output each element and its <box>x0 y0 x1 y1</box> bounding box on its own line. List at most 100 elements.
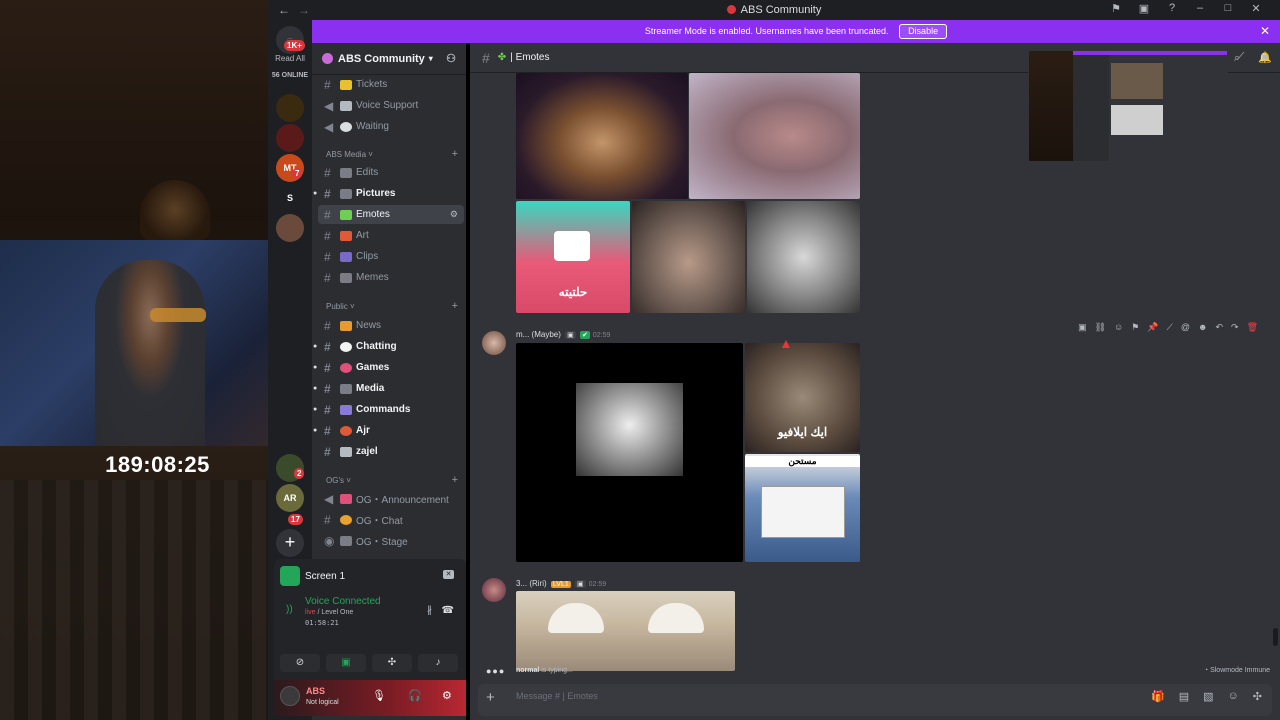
voice-connected-status[interactable]: Voice Connected <box>305 596 381 607</box>
add-member-icon[interactable]: ⚇ <box>446 52 456 65</box>
maximize-icon[interactable]: □ <box>1220 2 1236 15</box>
emote-image-two-men-caps[interactable] <box>516 591 735 671</box>
channel-news[interactable]: # News <box>318 316 464 335</box>
stream-preview[interactable] <box>1028 50 1228 162</box>
user-avatar[interactable] <box>280 686 300 706</box>
share-screen-button[interactable]: ▣ <box>326 654 366 672</box>
add-server-icon[interactable]: + <box>276 529 304 557</box>
server-header[interactable]: ABS Community ▾ ⚇ <box>312 43 466 75</box>
minimize-icon[interactable]: – <box>1192 2 1208 15</box>
emote-image-kid-frame[interactable] <box>516 343 743 562</box>
channel-media[interactable]: ● # Media <box>313 379 464 398</box>
close-window-icon[interactable]: ✕ <box>1248 2 1264 15</box>
category-abs-media[interactable]: ABS Media ˅ <box>326 150 373 159</box>
app-icon[interactable]: ▣ <box>1078 322 1087 333</box>
server-icon[interactable]: AR <box>276 484 304 512</box>
signal-icon: )) <box>286 604 293 615</box>
channel-og-stage[interactable]: ◉ OG・Stage <box>318 531 464 550</box>
emoji-picker-icon[interactable]: ☺ <box>1228 690 1239 703</box>
disconnect-icon[interactable]: ☎ <box>442 605 454 616</box>
gif-icon[interactable]: ▤ <box>1179 690 1189 703</box>
headphones-icon[interactable]: 🎧 <box>408 689 422 702</box>
sticker-icon[interactable]: ▧ <box>1203 690 1213 703</box>
apps-icon[interactable]: ✣ <box>1253 690 1262 703</box>
close-banner-icon[interactable]: ✕ <box>1260 20 1270 43</box>
channel-pictures[interactable]: ● # Pictures <box>313 184 464 203</box>
channel-ajr[interactable]: ● # Ajr <box>313 421 464 440</box>
channel-settings-icon[interactable]: ⚙ <box>450 209 458 220</box>
read-all-button[interactable]: Read All <box>268 54 312 63</box>
channel-chatting[interactable]: ● # Chatting <box>313 337 464 356</box>
announcement-icon: ◀ <box>324 491 334 506</box>
forward-icon[interactable]: ↷ <box>1231 322 1239 333</box>
flag-icon[interactable]: ⚑ <box>1108 2 1124 15</box>
emote-image-man-tongue[interactable] <box>747 201 860 313</box>
noise-suppression-icon[interactable]: ∦ <box>427 605 432 616</box>
channel-emotes[interactable]: # Emotes ⚙ <box>318 205 464 224</box>
activities-button[interactable]: ✣ <box>372 654 412 672</box>
server-icon[interactable] <box>276 124 304 152</box>
pin-icon[interactable]: 📌 <box>1147 322 1158 333</box>
server-icon[interactable] <box>276 94 304 122</box>
stop-stream-icon[interactable]: ✕ <box>443 570 454 579</box>
author-avatar[interactable] <box>482 331 506 355</box>
search-icon[interactable]: ⌕ <box>1234 52 1240 65</box>
emote-image-truck[interactable]: مستحن <box>745 454 860 562</box>
channel-voice-support[interactable]: ◀ Voice Support <box>318 96 464 115</box>
thread-icon[interactable]: ⟋ <box>1167 322 1173 333</box>
channel-og-chat[interactable]: # OG・Chat <box>318 510 464 529</box>
bird-icon <box>340 446 352 457</box>
help-icon[interactable]: ? <box>1164 2 1180 15</box>
channel-edits[interactable]: # Edits <box>318 163 464 182</box>
emote-image-two-men[interactable]: ايك ايلافيو <box>745 343 860 452</box>
microphone-icon[interactable]: 🎙 <box>372 689 386 702</box>
bookmark-icon[interactable]: ⚑ <box>1131 322 1139 333</box>
category-public[interactable]: Public ˅ <box>326 302 355 311</box>
emote-image-baby-doll[interactable] <box>632 201 745 313</box>
add-channel-icon[interactable]: + <box>452 300 458 312</box>
scrollbar[interactable] <box>1273 628 1278 646</box>
add-reaction-icon[interactable]: ☺ <box>1114 322 1123 333</box>
voice-channel-info[interactable]: live / Level One <box>305 609 353 616</box>
add-channel-icon[interactable]: + <box>452 148 458 160</box>
link-icon[interactable]: ⛓ <box>1095 322 1106 333</box>
add-attachment-icon[interactable]: + <box>486 689 495 706</box>
channel-memes[interactable]: # Memes <box>318 268 464 287</box>
channel-og-announcement[interactable]: ◀ OG・Announcement <box>318 489 464 508</box>
disable-streamer-button[interactable]: Disable <box>899 24 948 39</box>
user-settings-icon[interactable]: ⚙ <box>442 689 452 702</box>
voice-panel: Screen 1 ✕ )) Voice Connected live / Lev… <box>274 559 466 680</box>
channel-art[interactable]: # Art <box>318 226 464 245</box>
soundboard-button[interactable]: ♪ <box>418 654 458 672</box>
screen-share-icon[interactable]: ▣ <box>1136 2 1152 15</box>
reply-icon[interactable]: ↶ <box>1215 322 1223 333</box>
channel-tickets[interactable]: # Tickets <box>318 75 464 94</box>
author-avatar[interactable] <box>482 578 506 602</box>
channel-zajel[interactable]: # zajel <box>318 442 464 461</box>
emote-image-patrick[interactable]: حلتيته <box>516 201 630 313</box>
server-icon[interactable] <box>276 214 304 242</box>
robot-icon <box>340 404 352 415</box>
channel-games[interactable]: ● # Games <box>313 358 464 377</box>
emote-image-shouting-man[interactable] <box>516 73 688 199</box>
voice-channel-name: / Level One <box>317 609 354 616</box>
channel-clips[interactable]: # Clips <box>318 247 464 266</box>
emote-image-monkey[interactable] <box>689 73 860 199</box>
inbox-icon[interactable]: ⚑ <box>1260 52 1270 65</box>
channel-commands[interactable]: ● # Commands <box>313 400 464 419</box>
category-ogs[interactable]: OG's ˅ <box>326 476 351 485</box>
message-author[interactable]: m... (Maybe) ▣ ✔ 02:59 <box>516 330 610 339</box>
medal-icon <box>340 514 352 525</box>
add-channel-icon[interactable]: + <box>452 474 458 486</box>
gift-icon[interactable]: 🎁 <box>1151 690 1165 703</box>
camera-button[interactable]: ⊘ <box>280 654 320 672</box>
record-icon <box>726 5 736 14</box>
delete-icon[interactable]: 🗑 <box>1247 322 1258 333</box>
server-icon[interactable]: S <box>276 184 304 212</box>
message-input[interactable]: Message # | Emotes <box>516 691 598 701</box>
message-author[interactable]: 3... (Riri) LVL1 ▣ 02:59 <box>516 579 606 588</box>
emoji-icon[interactable]: ☻ <box>1198 322 1207 333</box>
mention-icon[interactable]: @ <box>1181 322 1190 333</box>
channel-waiting[interactable]: ◀ Waiting <box>318 117 464 136</box>
unread-indicator: ● <box>313 385 318 392</box>
